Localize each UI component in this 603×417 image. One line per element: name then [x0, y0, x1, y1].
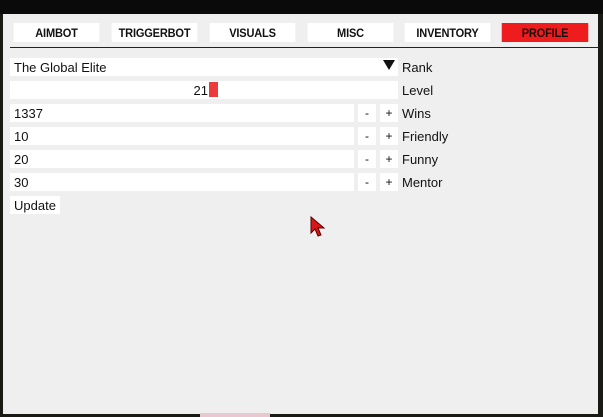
- tab-triggerbot[interactable]: TRIGGERBOT: [111, 23, 198, 42]
- level-slider-handle[interactable]: [209, 82, 218, 97]
- friendly-label: Friendly: [402, 128, 449, 144]
- friendly-decrement-button[interactable]: -: [358, 127, 376, 145]
- funny-label: Funny: [402, 151, 439, 167]
- tab-profile[interactable]: PROFILE: [501, 23, 589, 42]
- funny-input[interactable]: 20: [10, 150, 354, 168]
- rank-label: Rank: [402, 59, 433, 75]
- rank-value: The Global Elite: [14, 59, 107, 75]
- mentor-label: Mentor: [402, 174, 443, 190]
- mentor-value: 30: [14, 174, 29, 190]
- update-button[interactable]: Update: [10, 196, 60, 214]
- wins-decrement-button[interactable]: -: [358, 104, 376, 122]
- friendly-increment-button[interactable]: +: [380, 127, 398, 145]
- friendly-value: 10: [14, 128, 29, 144]
- wins-increment-button[interactable]: +: [380, 104, 398, 122]
- level-value: 21: [193, 82, 208, 98]
- background-glow: [200, 413, 270, 417]
- tab-visuals[interactable]: VISUALS: [209, 23, 296, 42]
- friendly-input[interactable]: 10: [10, 127, 354, 145]
- tab-inventory[interactable]: INVENTORY: [404, 23, 491, 42]
- tab-bar: AIMBOT TRIGGERBOT VISUALS MISC INVENTORY…: [10, 23, 594, 42]
- tab-misc[interactable]: MISC: [307, 23, 394, 42]
- wins-input[interactable]: 1337: [10, 104, 354, 122]
- caret-down-icon[interactable]: [383, 60, 395, 70]
- mouse-cursor-icon: [310, 216, 326, 237]
- funny-value: 20: [14, 151, 29, 167]
- mentor-input[interactable]: 30: [10, 173, 354, 191]
- wins-value: 1337: [14, 105, 43, 121]
- mentor-increment-button[interactable]: +: [380, 173, 398, 191]
- funny-increment-button[interactable]: +: [380, 150, 398, 168]
- level-label: Level: [402, 82, 434, 98]
- tabs-divider: [10, 47, 599, 48]
- mentor-decrement-button[interactable]: -: [358, 173, 376, 191]
- tab-aimbot[interactable]: AIMBOT: [13, 23, 100, 42]
- wins-label: Wins: [402, 105, 431, 121]
- funny-decrement-button[interactable]: -: [358, 150, 376, 168]
- rank-dropdown[interactable]: The Global Elite: [10, 58, 398, 76]
- window-titlebar: [0, 0, 603, 14]
